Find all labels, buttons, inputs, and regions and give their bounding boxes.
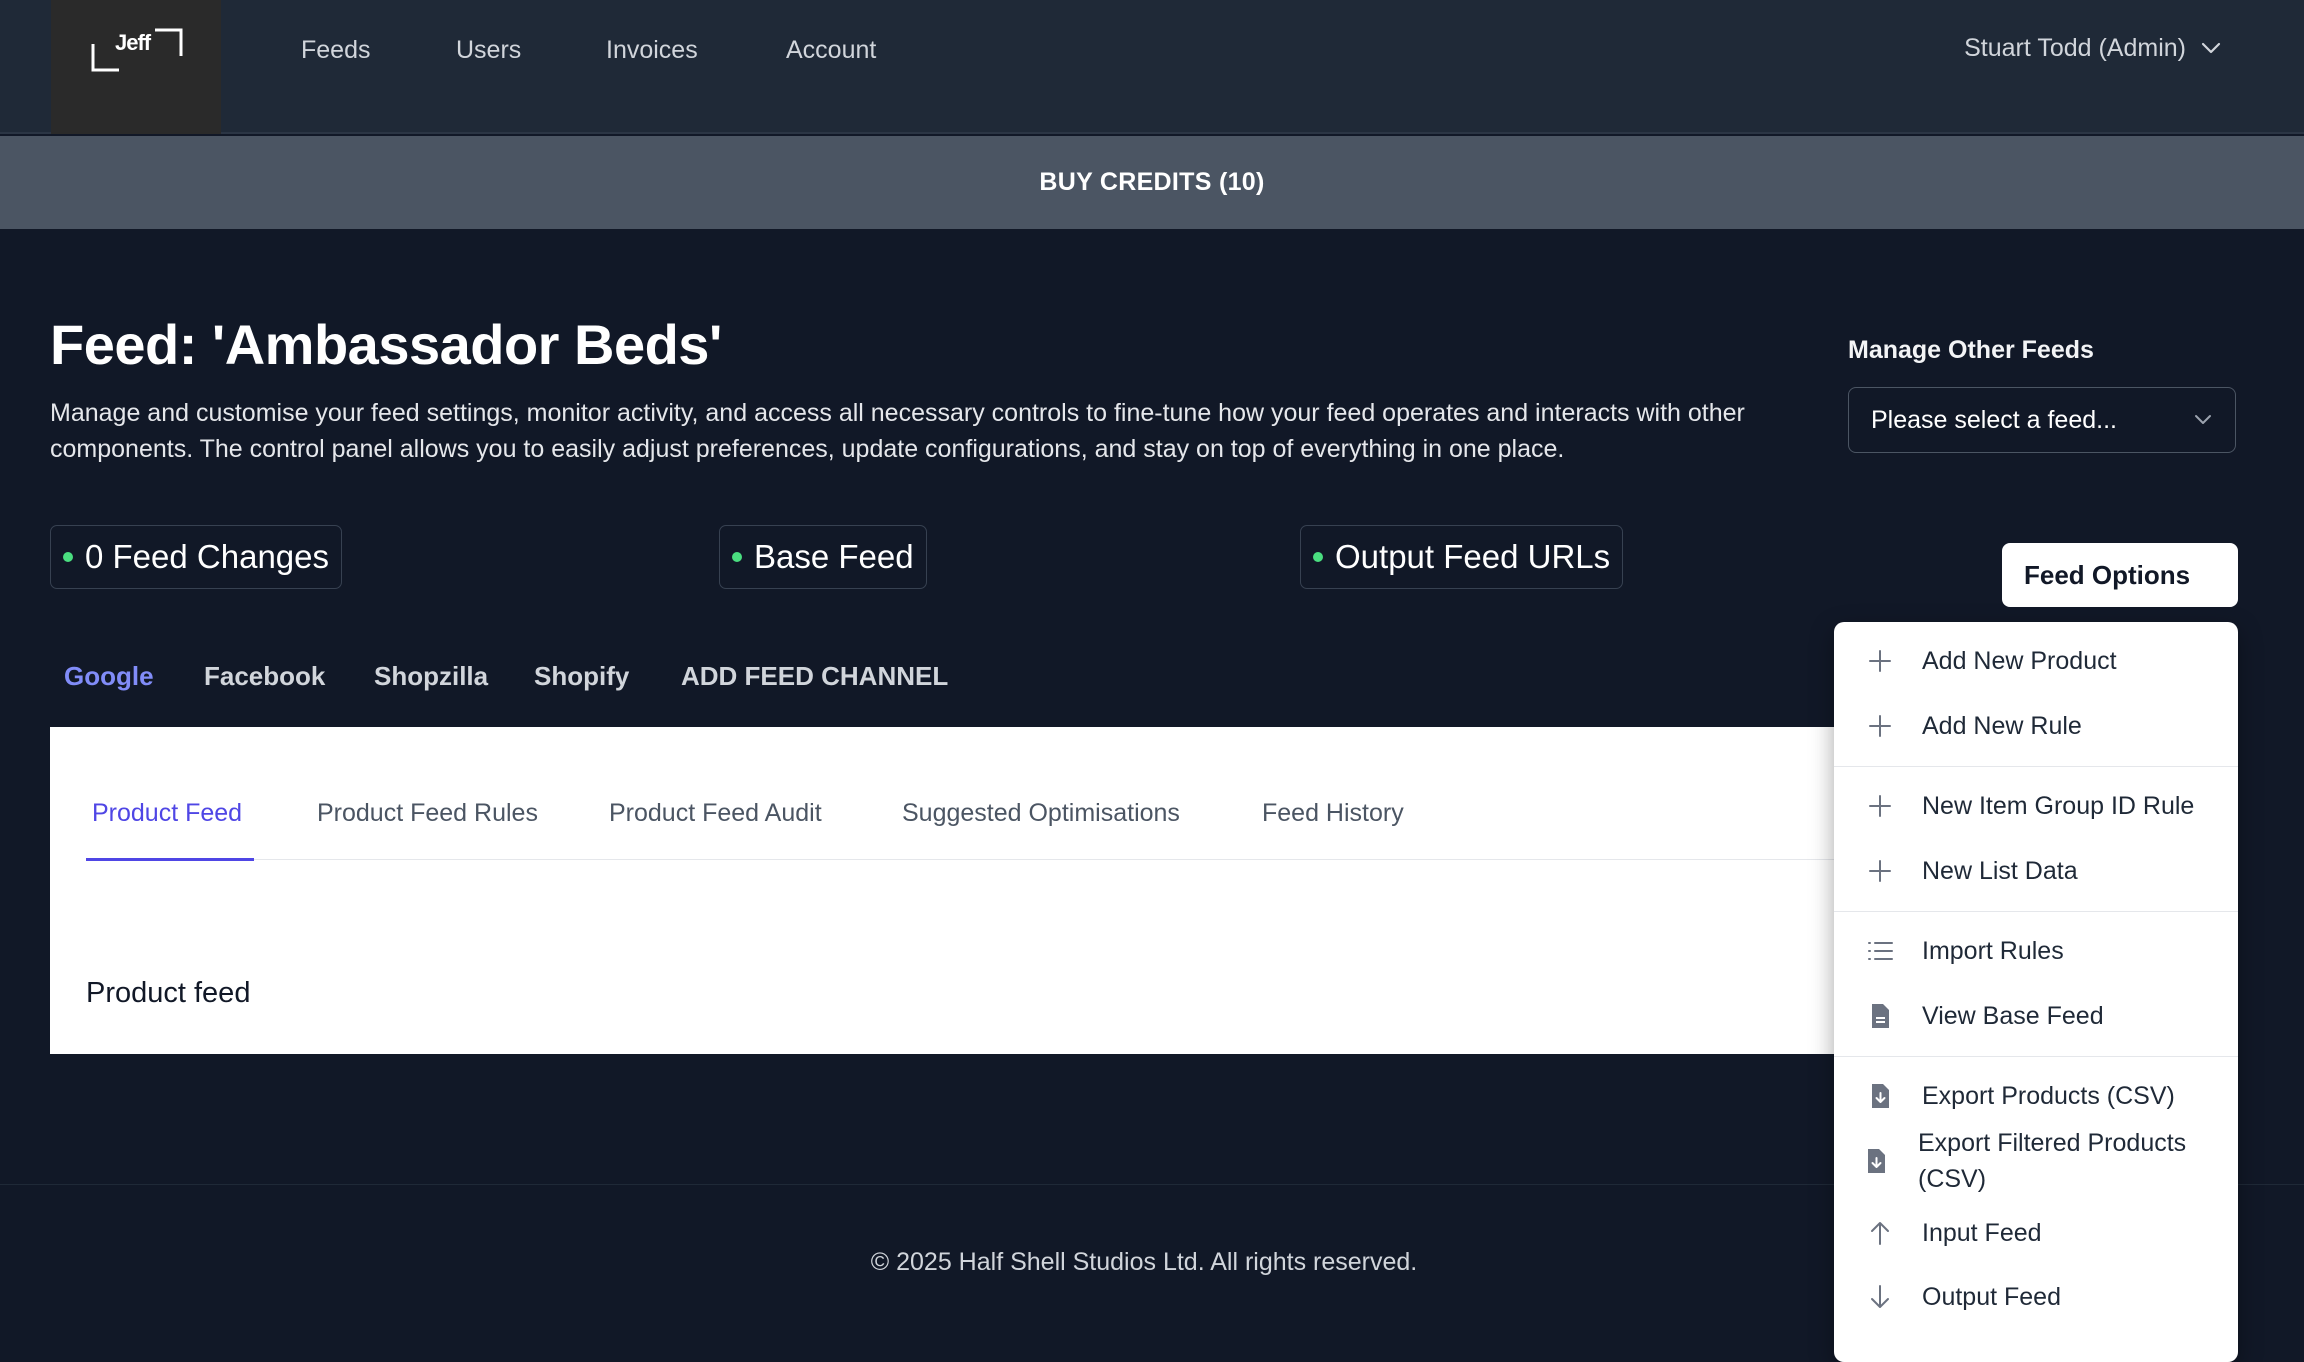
feed-select[interactable]: Please select a feed... [1848,387,2236,453]
logo-icon: Jeff [91,28,183,72]
base-feed-label: Base Feed [754,538,914,575]
menu-item-label: Add New Rule [1922,711,2082,740]
nav-link-feeds[interactable]: Feeds [301,30,370,70]
plus-icon [1869,715,1891,737]
menu-divider [1834,1056,2238,1057]
product-feed-panel: Product Feed Product Feed Rules Product … [50,727,1950,1054]
feed-options-label: Feed Options [2024,559,2191,590]
top-navigation: Jeff Feeds Users Invoices Account Stuart… [0,0,2304,134]
svg-text:Jeff: Jeff [115,30,152,55]
user-menu-button[interactable]: Stuart Todd (Admin) [1964,28,2222,68]
menu-item-label: Export Filtered Products (CSV) [1918,1129,2187,1193]
nav-link-users[interactable]: Users [456,30,521,70]
menu-item-import-rules[interactable]: Import Rules [1834,922,2238,980]
user-name-label: Stuart Todd (Admin) [1964,34,2186,62]
feed-changes-label: 0 Feed Changes [85,538,330,575]
feed-changes-pill[interactable]: 0 Feed Changes [50,525,343,589]
menu-divider [1834,766,2238,767]
channel-tab-google[interactable]: Google [64,656,154,696]
menu-item-add-new-product[interactable]: Add New Product [1834,632,2238,690]
menu-item-label: New List Data [1922,856,2078,885]
tab-product-feed-rules[interactable]: Product Feed Rules [317,793,538,833]
status-dot [63,552,73,562]
manage-other-feeds-label: Manage Other Feeds [1848,336,2094,364]
menu-item-add-new-rule[interactable]: Add New Rule [1834,697,2238,755]
buy-credits-label: BUY CREDITS (10) [1039,168,1265,196]
menu-item-input-feed[interactable]: Input Feed [1834,1204,2238,1262]
menu-item-new-item-group-id-rule[interactable]: New Item Group ID Rule [1834,777,2238,835]
document-download-icon [1872,1084,1889,1108]
nav-link-account[interactable]: Account [786,30,876,70]
add-feed-channel-button[interactable]: ADD FEED CHANNEL [681,656,948,696]
menu-item-output-feed[interactable]: Output Feed [1834,1268,2238,1326]
list-icon [1868,942,1893,960]
tab-divider [86,859,1876,860]
base-feed-pill[interactable]: Base Feed [719,525,927,589]
arrow-up-icon [1871,1222,1889,1245]
channel-tab-shopzilla[interactable]: Shopzilla [374,656,488,696]
menu-item-label: New Item Group ID Rule [1922,791,2195,820]
tab-suggested-optimisations[interactable]: Suggested Optimisations [902,793,1180,833]
nav-link-invoices[interactable]: Invoices [606,30,698,70]
tab-feed-history[interactable]: Feed History [1262,793,1404,833]
output-feed-urls-label: Output Feed URLs [1335,538,1611,575]
status-dot [1313,552,1323,562]
feed-select-placeholder: Please select a feed... [1871,405,2117,434]
page-description: Manage and customise your feed settings,… [50,399,1745,463]
menu-item-view-base-feed[interactable]: View Base Feed [1834,987,2238,1045]
menu-item-label: Input Feed [1922,1218,2042,1247]
menu-item-label: View Base Feed [1922,1001,2104,1030]
menu-item-label: Import Rules [1922,936,2064,965]
menu-item-new-list-data[interactable]: New List Data [1834,842,2238,900]
channel-tab-facebook[interactable]: Facebook [204,656,325,696]
output-feed-urls-pill[interactable]: Output Feed URLs [1300,525,1624,589]
menu-item-label: Add New Product [1922,646,2117,675]
menu-item-export-filtered-products-csv[interactable]: Export Filtered Products (CSV) [1834,1121,2238,1201]
tab-product-feed[interactable]: Product Feed [92,793,242,833]
channel-tab-shopify[interactable]: Shopify [534,656,629,696]
menu-item-label: Output Feed [1922,1282,2061,1311]
tab-product-feed-audit[interactable]: Product Feed Audit [609,793,822,833]
chevron-down-icon [2195,415,2211,424]
app-logo[interactable]: Jeff [51,0,221,134]
menu-item-label: Export Products (CSV) [1922,1081,2175,1110]
document-icon [1872,1004,1889,1028]
plus-icon [1869,650,1891,672]
status-dot [732,552,742,562]
chevron-down-icon [2201,42,2221,54]
buy-credits-button[interactable]: BUY CREDITS (10) [0,136,2304,229]
feed-options-button[interactable]: Feed Options [2002,543,2238,607]
arrow-down-icon [1871,1285,1889,1308]
feed-options-menu: Add New Product Add New Rule New Item Gr… [1834,622,2238,1362]
active-tab-indicator [86,858,254,861]
plus-icon [1869,795,1891,817]
menu-divider [1834,911,2238,912]
menu-item-export-products-csv[interactable]: Export Products (CSV) [1834,1067,2238,1125]
document-download-icon [1868,1149,1885,1173]
page-title: Feed: 'Ambassador Beds' [50,313,722,376]
product-feed-heading: Product feed [86,977,251,1009]
plus-icon [1869,860,1891,882]
